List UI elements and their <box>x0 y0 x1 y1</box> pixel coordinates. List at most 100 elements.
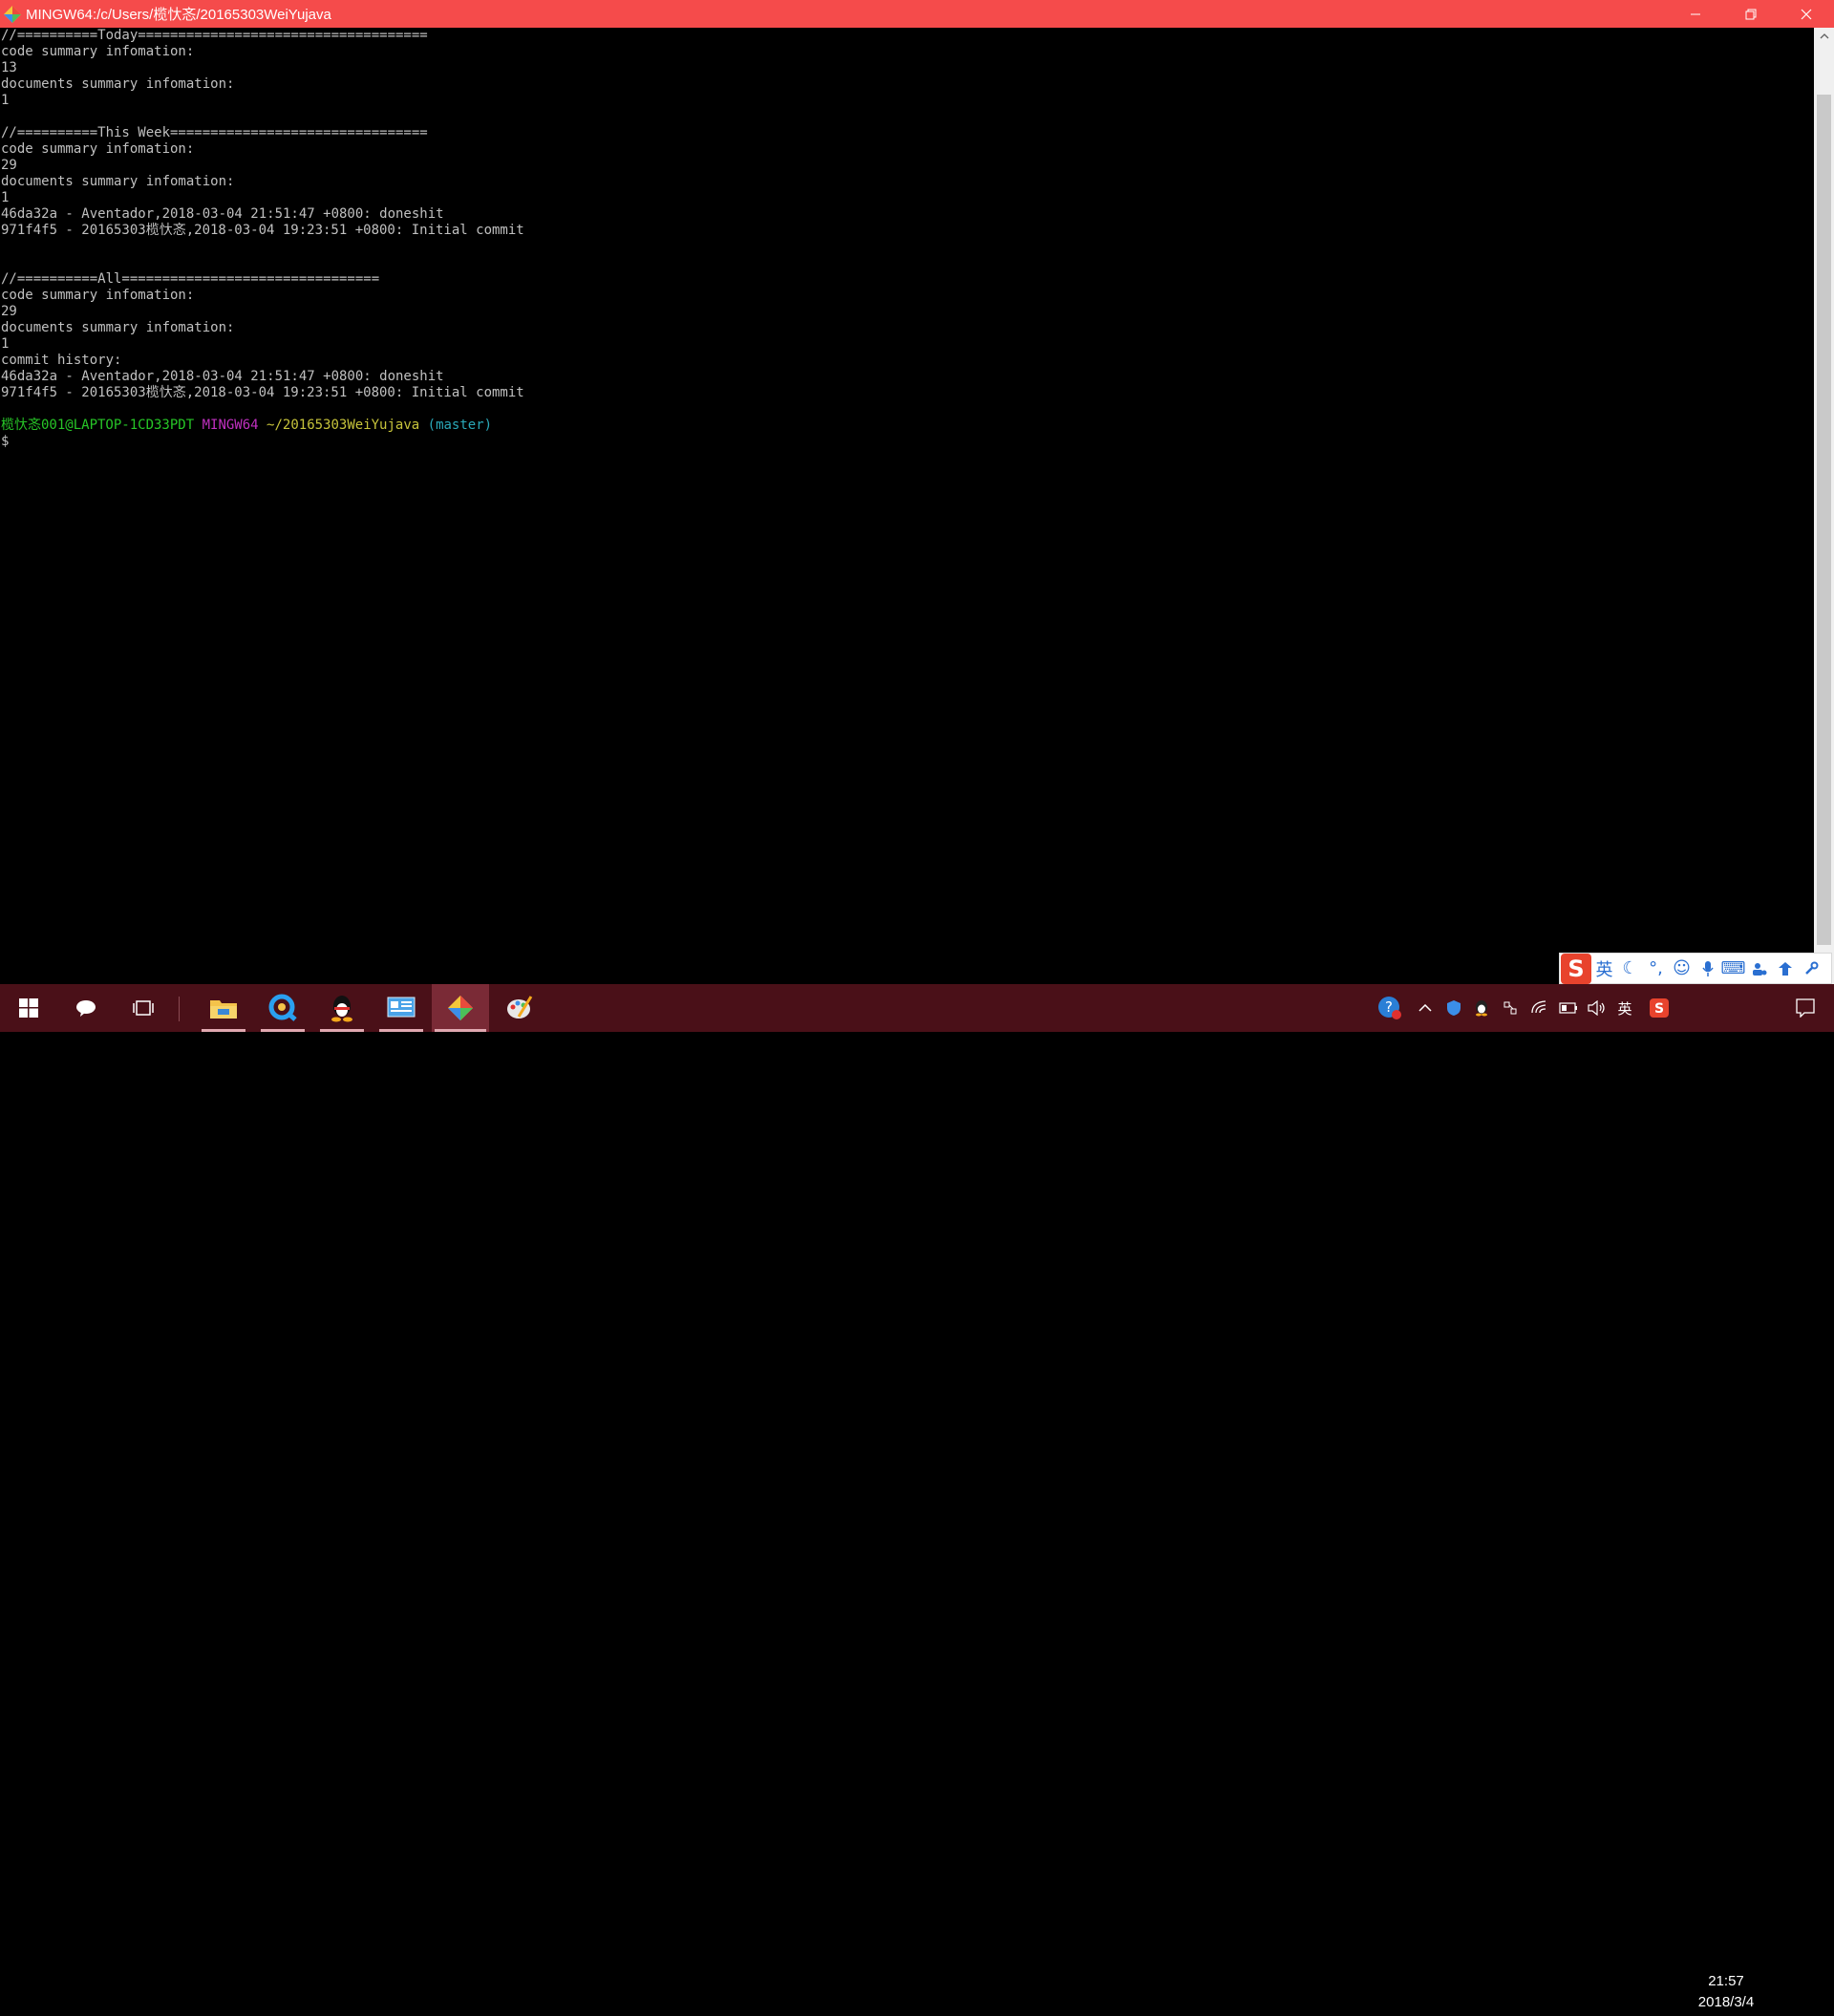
sogou-icon: S <box>1650 998 1669 1018</box>
tray-volume[interactable] <box>1584 984 1610 1032</box>
terminal-line: //==========Today=======================… <box>1 28 428 43</box>
tray-sogou[interactable]: S <box>1645 984 1674 1032</box>
task-view-button[interactable] <box>115 984 172 1032</box>
prompt-path: ~/20165303WeiYujava <box>267 418 420 433</box>
clock-time: 21:57 <box>1708 1973 1744 1989</box>
restore-button[interactable] <box>1723 0 1779 28</box>
task-view-icon <box>133 1000 154 1016</box>
terminal-line: 29 <box>1 158 17 173</box>
terminal-line: documents summary infomation: <box>1 76 235 92</box>
terminal-line: //==========This Week===================… <box>1 125 428 140</box>
minimize-button[interactable] <box>1668 0 1723 28</box>
windows-start-icon <box>19 998 38 1018</box>
control-panel-icon <box>387 997 416 1018</box>
terminal-line: 46da32a - Aventador,2018-03-04 21:51:47 … <box>1 369 444 384</box>
punctuation-icon[interactable]: °, <box>1643 955 1669 981</box>
tray-overflow-button[interactable] <box>1414 984 1437 1032</box>
keyboard-icon[interactable]: ⌨ <box>1720 955 1746 981</box>
battery-icon <box>1559 1002 1577 1014</box>
prompt-user-host: 榄忕忞001@LAPTOP-1CD33PDT <box>1 418 195 433</box>
volume-icon <box>1588 1000 1605 1016</box>
ime-toolbar: S 英 ☾ °, ☺ ⌨ <box>1559 953 1832 984</box>
help-icon: ? <box>1378 997 1401 1019</box>
paint-icon <box>507 996 533 1019</box>
window-title: MINGW64:/c/Users/榄忕忞/20165303WeiYujava <box>26 7 331 23</box>
action-center-button[interactable] <box>1779 984 1832 1032</box>
notification-icon <box>1796 998 1815 1018</box>
taskbar-app-qq[interactable] <box>317 984 367 1032</box>
terminal-line: 971f4f5 - 20165303榄忕忞,2018-03-04 19:23:5… <box>1 385 524 400</box>
prompt-shell: MINGW64 <box>202 418 259 433</box>
terminal-line: documents summary infomation: <box>1 174 235 189</box>
window-controls <box>1668 0 1834 28</box>
terminal-line: documents summary infomation: <box>1 320 235 335</box>
terminal-line: code summary infomation: <box>1 141 195 157</box>
tray-network-adapter[interactable] <box>1498 984 1523 1032</box>
minimize-icon <box>1691 13 1700 14</box>
qq-icon <box>331 996 352 1022</box>
terminal-line: 46da32a - Aventador,2018-03-04 21:51:47 … <box>1 206 444 222</box>
tray-wifi[interactable] <box>1526 984 1553 1032</box>
microphone-icon[interactable] <box>1695 955 1720 981</box>
terminal-line: commit history: <box>1 353 122 368</box>
tray-help[interactable]: ? <box>1376 984 1404 1032</box>
terminal-line: 971f4f5 - 20165303榄忕忞,2018-03-04 19:23:5… <box>1 223 524 238</box>
terminal-line: 29 <box>1 304 17 319</box>
taskbar-app-paint[interactable] <box>495 984 544 1032</box>
emoji-icon[interactable]: ☺ <box>1669 955 1695 981</box>
terminal-output[interactable]: //==========Today=======================… <box>0 28 1814 984</box>
taskbar-app-qq-browser[interactable] <box>258 984 308 1032</box>
taskbar-app-git-bash[interactable] <box>432 984 489 1032</box>
terminal-line: 1 <box>1 336 10 352</box>
sogou-logo-icon[interactable]: S <box>1561 953 1591 984</box>
tray-input-indicator[interactable]: 英 <box>1612 984 1637 1032</box>
taskbar-clock[interactable]: 21:57 2018/3/4 <box>1674 1968 1779 2016</box>
ime-mode-toggle[interactable]: 英 <box>1591 955 1617 981</box>
scroll-up-button[interactable] <box>1814 28 1834 45</box>
terminal-line: code summary infomation: <box>1 288 195 303</box>
cortana-button[interactable] <box>57 984 115 1032</box>
tray-battery[interactable] <box>1555 984 1582 1032</box>
start-button[interactable] <box>0 984 57 1032</box>
tools-icon[interactable] <box>1798 955 1823 981</box>
moon-icon[interactable]: ☾ <box>1617 955 1643 981</box>
terminal-line: 1 <box>1 190 10 205</box>
chevron-up-icon <box>1820 33 1828 39</box>
qq-browser-icon <box>268 994 297 1021</box>
svg-text:S: S <box>1654 1001 1664 1017</box>
svg-text:?: ? <box>1385 998 1393 1016</box>
terminal-line: 13 <box>1 60 17 75</box>
taskbar-app-control-panel[interactable] <box>376 984 426 1032</box>
vertical-scrollbar[interactable] <box>1814 28 1834 984</box>
close-button[interactable] <box>1779 0 1834 28</box>
cortana-icon <box>76 1000 96 1017</box>
taskbar-separator <box>179 997 180 1021</box>
file-explorer-icon <box>210 1000 237 1019</box>
prompt-line: 榄忕忞001@LAPTOP-1CD33PDT MINGW64 ~/2016530… <box>1 418 1813 434</box>
git-bash-icon <box>448 996 473 1020</box>
close-icon <box>1801 9 1812 19</box>
prompt-symbol: $ <box>1 434 10 449</box>
terminal-line: code summary infomation: <box>1 44 195 59</box>
git-bash-icon <box>4 5 21 23</box>
qq-icon <box>1476 1000 1487 1017</box>
window-titlebar[interactable]: MINGW64:/c/Users/榄忕忞/20165303WeiYujava <box>0 0 1834 28</box>
scroll-thumb[interactable] <box>1817 95 1831 945</box>
taskbar-app-file-explorer[interactable] <box>199 984 248 1032</box>
command-input-line[interactable]: $ <box>1 434 1813 450</box>
terminal-line: //==========All=========================… <box>1 271 380 287</box>
shield-icon <box>1447 1000 1461 1016</box>
prompt-branch: (master) <box>427 418 493 433</box>
network-adapter-icon <box>1503 1001 1517 1015</box>
user-icon[interactable] <box>1746 955 1772 981</box>
tray-qq[interactable] <box>1469 984 1494 1032</box>
terminal-line: 1 <box>1 93 10 108</box>
wifi-icon <box>1531 1000 1546 1014</box>
restore-icon <box>1745 9 1757 19</box>
clock-date: 2018/3/4 <box>1697 1994 1755 2010</box>
tray-security[interactable] <box>1441 984 1466 1032</box>
skin-icon[interactable] <box>1772 955 1798 981</box>
